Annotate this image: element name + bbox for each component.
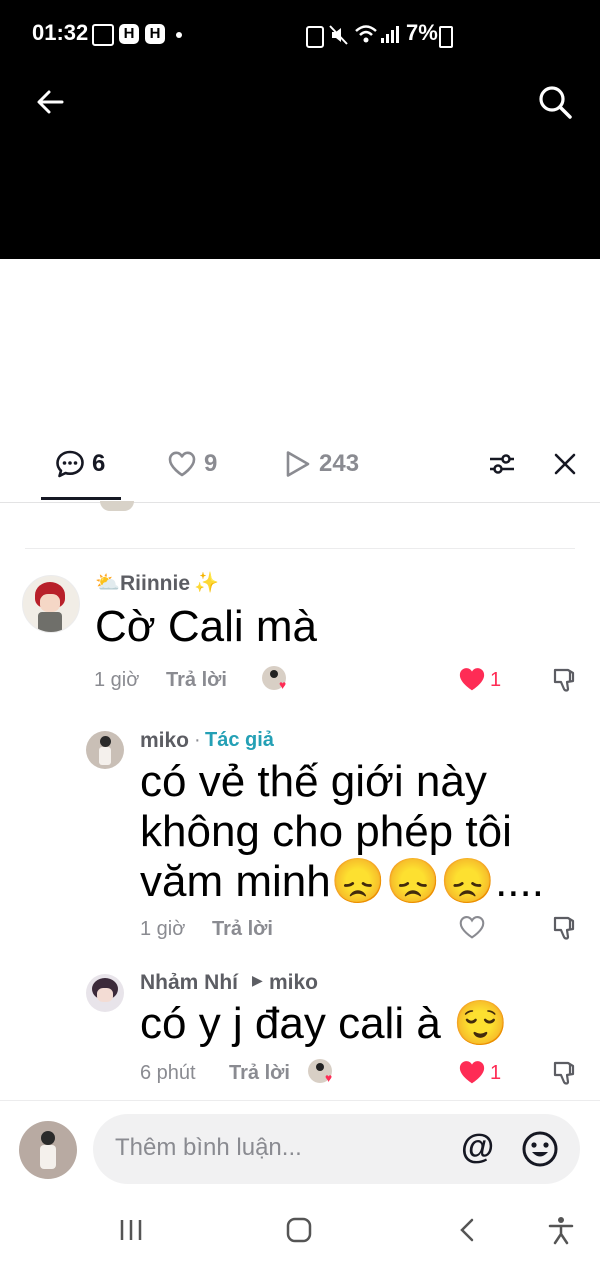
home-icon: [286, 1217, 312, 1243]
heart-filled-icon[interactable]: [458, 666, 486, 692]
reply-button[interactable]: Trả lời: [212, 918, 273, 941]
tab-likes[interactable]: 9: [166, 448, 217, 480]
emoji-icon[interactable]: [521, 1130, 559, 1168]
view-count: 243: [319, 450, 360, 477]
avatar-head: [41, 1131, 55, 1145]
gallery-icon: [92, 24, 114, 46]
comment-like-count: 1: [490, 669, 502, 691]
reply-item: miko · Tác giả có vẻ thế giới này không …: [0, 720, 600, 950]
reply-to-username[interactable]: miko: [269, 971, 318, 995]
comment-like-count: 1: [490, 1062, 502, 1084]
back-arrow-icon: [37, 90, 64, 114]
recents-icon: [120, 1220, 142, 1240]
filter-button[interactable]: [480, 442, 524, 486]
accessibility-button[interactable]: [531, 1205, 591, 1255]
separator-dot: ·: [194, 729, 201, 751]
dislike-icon[interactable]: [551, 666, 579, 694]
close-button[interactable]: [543, 442, 587, 486]
avatar-head: [100, 736, 111, 747]
recent-apps-button[interactable]: [101, 1205, 161, 1255]
like-count: 9: [204, 450, 218, 477]
avatar[interactable]: [86, 974, 124, 1012]
avatar[interactable]: [22, 575, 80, 633]
comment-count: 6: [92, 450, 106, 477]
comment-divider: [25, 548, 575, 549]
avatar-face: [40, 594, 60, 612]
avatar[interactable]: [86, 731, 124, 769]
comment-time: 6 phút: [140, 1062, 196, 1084]
battery-percent: 7%: [406, 20, 438, 45]
reply-button[interactable]: Trả lời: [229, 1062, 290, 1085]
sparkle-emoji: ✨: [194, 572, 219, 594]
search-icon: [539, 86, 572, 119]
comment-username[interactable]: Riinnie: [120, 572, 190, 596]
close-icon: [554, 453, 576, 475]
battery-icon: [439, 26, 453, 48]
accessibility-icon: [548, 1217, 574, 1245]
heart-icon: [168, 451, 196, 477]
comment-time: 1 giờ: [140, 918, 186, 940]
avatar-body: [99, 747, 111, 765]
reply-arrow-icon: ▶: [252, 972, 263, 988]
comment-tabs: 6 9 243: [0, 430, 600, 503]
home-button[interactable]: [269, 1205, 329, 1255]
tab-comments[interactable]: 6: [54, 448, 105, 480]
comment-text: Cờ Cali mà: [95, 602, 317, 651]
avatar-partial: [100, 501, 134, 511]
heart-filled-icon[interactable]: [458, 1059, 486, 1085]
comment-text: có y j đay cali à 😌: [140, 999, 508, 1048]
comment-time: 1 giờ: [94, 669, 140, 691]
active-tab-indicator: [41, 497, 121, 500]
mute-icon: [329, 25, 348, 45]
sliders-icon: [490, 454, 514, 474]
avatar-body: [40, 1145, 56, 1169]
back-button[interactable]: [28, 80, 72, 124]
comment-icon: [56, 450, 84, 478]
avatar-face: [97, 988, 113, 1002]
reply-item: Nhảm Nhí ▶ miko có y j đay cali à 😌 6 ph…: [0, 964, 600, 1094]
author-badge: Tác giả: [205, 729, 274, 751]
chevron-left-icon: [460, 1218, 474, 1242]
play-icon: [286, 451, 310, 477]
heart-outline-icon[interactable]: [458, 914, 486, 940]
comment-input-placeholder: Thêm bình luận...: [115, 1134, 302, 1161]
my-avatar[interactable]: [19, 1121, 77, 1179]
creator-heart-icon: ♥: [279, 678, 287, 692]
mention-icon[interactable]: @: [461, 1128, 494, 1167]
mini-head: [270, 670, 278, 678]
mini-head: [316, 1063, 324, 1071]
video-area[interactable]: [0, 70, 600, 259]
app-notification-icon: H: [119, 24, 139, 44]
signal-icon: [381, 26, 399, 43]
system-back-button[interactable]: [437, 1205, 497, 1255]
status-time: 01:32: [32, 20, 89, 45]
reply-button[interactable]: Trả lời: [166, 669, 227, 692]
wifi-icon: [355, 25, 377, 43]
dislike-icon[interactable]: [551, 1059, 579, 1087]
clipboard-icon: [306, 26, 324, 48]
comment-input[interactable]: Thêm bình luận... @: [93, 1114, 580, 1184]
search-button[interactable]: [533, 80, 577, 124]
comment-username[interactable]: miko: [140, 729, 189, 753]
comment-item: ⛅ Riinnie ✨ Cờ Cali mà 1 giờ Trả lời ♥ 1: [0, 560, 600, 700]
avatar-body: [38, 612, 62, 632]
creator-heart-icon: ♥: [325, 1071, 333, 1085]
tab-views[interactable]: 243: [283, 448, 359, 480]
more-notifications-dot: [176, 32, 182, 38]
app-notification-icon-2: H: [145, 24, 165, 44]
comment-username[interactable]: Nhảm Nhí: [140, 971, 238, 995]
comment-text: có vẻ thế giới này không cho phép tôi vă…: [140, 757, 544, 906]
dislike-icon[interactable]: [551, 914, 579, 942]
status-bar: 01:32 H H 7%: [0, 0, 600, 70]
sun-emoji: ⛅: [95, 572, 120, 594]
